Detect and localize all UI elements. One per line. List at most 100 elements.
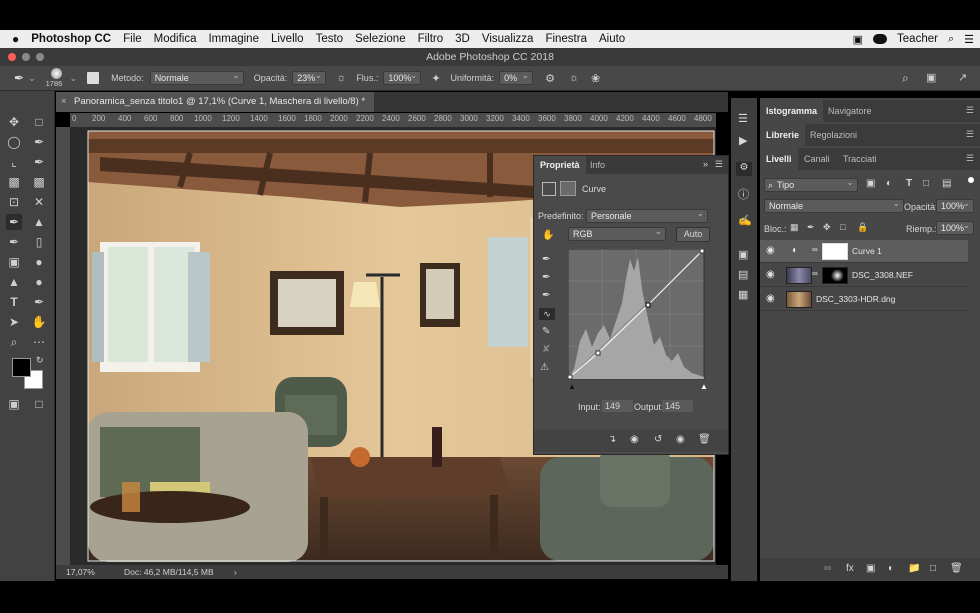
- menu-list-icon[interactable]: ☰: [964, 33, 974, 46]
- eye-icon[interactable]: ◉: [766, 269, 775, 280]
- hand-tool-icon[interactable]: ✋: [31, 314, 47, 330]
- tab-canali[interactable]: Canali: [798, 148, 836, 170]
- info-icon[interactable]: ⓘ: [738, 186, 749, 202]
- layer-row-dsc-3303-hdr[interactable]: ◉ DSC_3303-HDR.dng: [760, 288, 968, 311]
- horizontal-ruler[interactable]: 0 200 400 600 800 1000 1200 1400 1600 18…: [70, 113, 716, 128]
- gear-icon[interactable]: ⚙: [545, 72, 555, 85]
- filter-type-icon[interactable]: T: [906, 178, 912, 189]
- type-tool-icon[interactable]: T: [6, 294, 22, 310]
- foreground-color-swatch[interactable]: [12, 358, 31, 377]
- clone-stamp-tool-icon[interactable]: ▲: [31, 214, 47, 230]
- input-field[interactable]: 149: [602, 400, 633, 412]
- crop-tool-icon[interactable]: ⌞: [6, 154, 22, 170]
- layer-mask-thumbnail[interactable]: [822, 243, 848, 260]
- properties-icon[interactable]: ⚙: [736, 162, 752, 176]
- sample-black-icon[interactable]: ✒: [542, 254, 550, 265]
- new-group-icon[interactable]: 📁: [908, 563, 920, 574]
- dodge-tool-icon[interactable]: ▲: [6, 274, 22, 290]
- add-mask-icon[interactable]: ▣: [866, 563, 875, 574]
- styles-icon[interactable]: ▤: [738, 268, 748, 281]
- filter-smart-icon[interactable]: ▤: [942, 178, 951, 189]
- target-adjust-icon[interactable]: ✋: [542, 230, 554, 241]
- channel-select[interactable]: RGB: [568, 225, 666, 241]
- menu-file[interactable]: File: [117, 33, 148, 45]
- panel-menu-icon[interactable]: ☰: [966, 129, 974, 140]
- menu-selezione[interactable]: Selezione: [349, 33, 412, 45]
- document-tab[interactable]: × Panoramica_senza titolo1 @ 17,1% (Curv…: [56, 92, 374, 112]
- quick-mask-icon[interactable]: ▣: [6, 396, 22, 412]
- camera-icon[interactable]: ▣: [853, 33, 863, 46]
- chain-link-icon[interactable]: ∞: [812, 269, 818, 278]
- menu-immagine[interactable]: Immagine: [202, 33, 265, 45]
- panel-menu-icon[interactable]: ☰: [715, 159, 723, 170]
- layer-thumbnail[interactable]: [786, 291, 812, 308]
- preset-select[interactable]: Personale: [586, 207, 708, 223]
- layer-mask-icon[interactable]: [560, 181, 576, 196]
- marquee-tool-icon[interactable]: □: [31, 114, 47, 130]
- clip-to-layer-icon[interactable]: ↴: [608, 434, 616, 445]
- new-layer-icon[interactable]: □: [930, 563, 936, 574]
- zoom-window-button[interactable]: [36, 53, 44, 61]
- actions-play-icon[interactable]: ▶: [739, 134, 747, 147]
- quick-selection-tool-icon[interactable]: ✒: [31, 134, 47, 150]
- lock-artboard-icon[interactable]: □: [840, 222, 845, 232]
- blend-mode-select[interactable]: Normale: [764, 197, 904, 213]
- apple-icon[interactable]: ●: [0, 32, 25, 46]
- lock-position-icon[interactable]: ✥: [823, 222, 831, 233]
- layer-row-curve-1[interactable]: ◉ ◐ ∞ Curve 1: [760, 240, 968, 263]
- zoom-level[interactable]: 17,07%: [66, 565, 95, 579]
- pen-tool-icon[interactable]: ✒: [31, 294, 47, 310]
- lock-all-icon[interactable]: 🔒: [857, 222, 868, 233]
- lasso-tool-icon[interactable]: ◯: [6, 134, 22, 150]
- layer-row-dsc-3308[interactable]: ◉ ∞ DSC_3308.NEF: [760, 264, 968, 287]
- layer-thumbnail[interactable]: [786, 267, 812, 284]
- link-layers-icon[interactable]: ∞: [824, 563, 831, 574]
- tab-tracciati[interactable]: Tracciati: [837, 148, 883, 170]
- chevron-down-icon[interactable]: ⌄: [70, 73, 78, 84]
- view-previous-state-icon[interactable]: ◉: [630, 434, 639, 445]
- layer-mask-thumbnail[interactable]: [822, 267, 848, 284]
- brush-tool-icon[interactable]: ✒: [14, 71, 24, 85]
- more-tools-icon[interactable]: ⋯: [31, 334, 47, 350]
- swap-colors-icon[interactable]: ↻: [36, 355, 44, 366]
- flusso-field[interactable]: 100%: [383, 69, 422, 85]
- chevron-down-icon[interactable]: ⌄: [28, 73, 36, 84]
- creative-cloud-icon[interactable]: [873, 34, 888, 44]
- workspace-icon[interactable]: ▣: [926, 71, 936, 84]
- tab-istogramma[interactable]: Istogramma: [760, 100, 824, 122]
- tab-proprieta[interactable]: Proprietà: [534, 156, 586, 174]
- menu-aiuto[interactable]: Aiuto: [593, 33, 631, 45]
- brush-settings-icon[interactable]: ✍: [738, 214, 752, 227]
- layer-style-icon[interactable]: fx: [846, 563, 854, 574]
- chevron-right-icon[interactable]: ›: [234, 565, 237, 579]
- filter-toggle-icon[interactable]: [968, 177, 974, 183]
- vertical-ruler[interactable]: [56, 127, 70, 565]
- close-tab-icon[interactable]: ×: [61, 92, 67, 112]
- screen-mode-icon[interactable]: □: [31, 396, 47, 412]
- menu-visualizza[interactable]: Visualizza: [476, 33, 540, 45]
- history-brush-tool-icon[interactable]: ✒: [6, 234, 22, 250]
- eraser-tool-icon[interactable]: ▯: [31, 234, 47, 250]
- uniformita-field[interactable]: 0%: [499, 69, 534, 85]
- pressure-size-icon[interactable]: ☼: [569, 72, 579, 84]
- new-adjustment-icon[interactable]: ◐: [888, 563, 894, 574]
- visibility-eye-icon[interactable]: ◉: [676, 434, 685, 445]
- metodo-select[interactable]: Normale: [149, 69, 244, 85]
- black-point-slider-icon[interactable]: ▲: [568, 382, 576, 391]
- history-icon[interactable]: ☰: [738, 112, 748, 125]
- edit-points-icon[interactable]: ∿: [539, 308, 555, 320]
- eye-icon[interactable]: ◉: [766, 293, 775, 304]
- burn-tool-icon[interactable]: ●: [31, 274, 47, 290]
- spotlight-search-icon[interactable]: ⌕: [948, 33, 954, 46]
- app-menu[interactable]: Photoshop CC: [25, 33, 117, 45]
- trash-icon[interactable]: 🗑: [698, 434, 711, 445]
- tab-navigatore[interactable]: Navigatore: [822, 100, 878, 122]
- white-point-slider-icon[interactable]: ▲: [700, 382, 708, 391]
- symmetry-icon[interactable]: ❀: [591, 72, 600, 85]
- reset-icon[interactable]: ↺: [654, 434, 662, 445]
- minimize-window-button[interactable]: [22, 53, 30, 61]
- lock-image-icon[interactable]: ✒: [807, 222, 815, 233]
- brush-panel-icon[interactable]: [87, 72, 100, 84]
- path-selection-tool-icon[interactable]: ➤: [6, 314, 22, 330]
- eye-icon[interactable]: ◉: [766, 245, 775, 256]
